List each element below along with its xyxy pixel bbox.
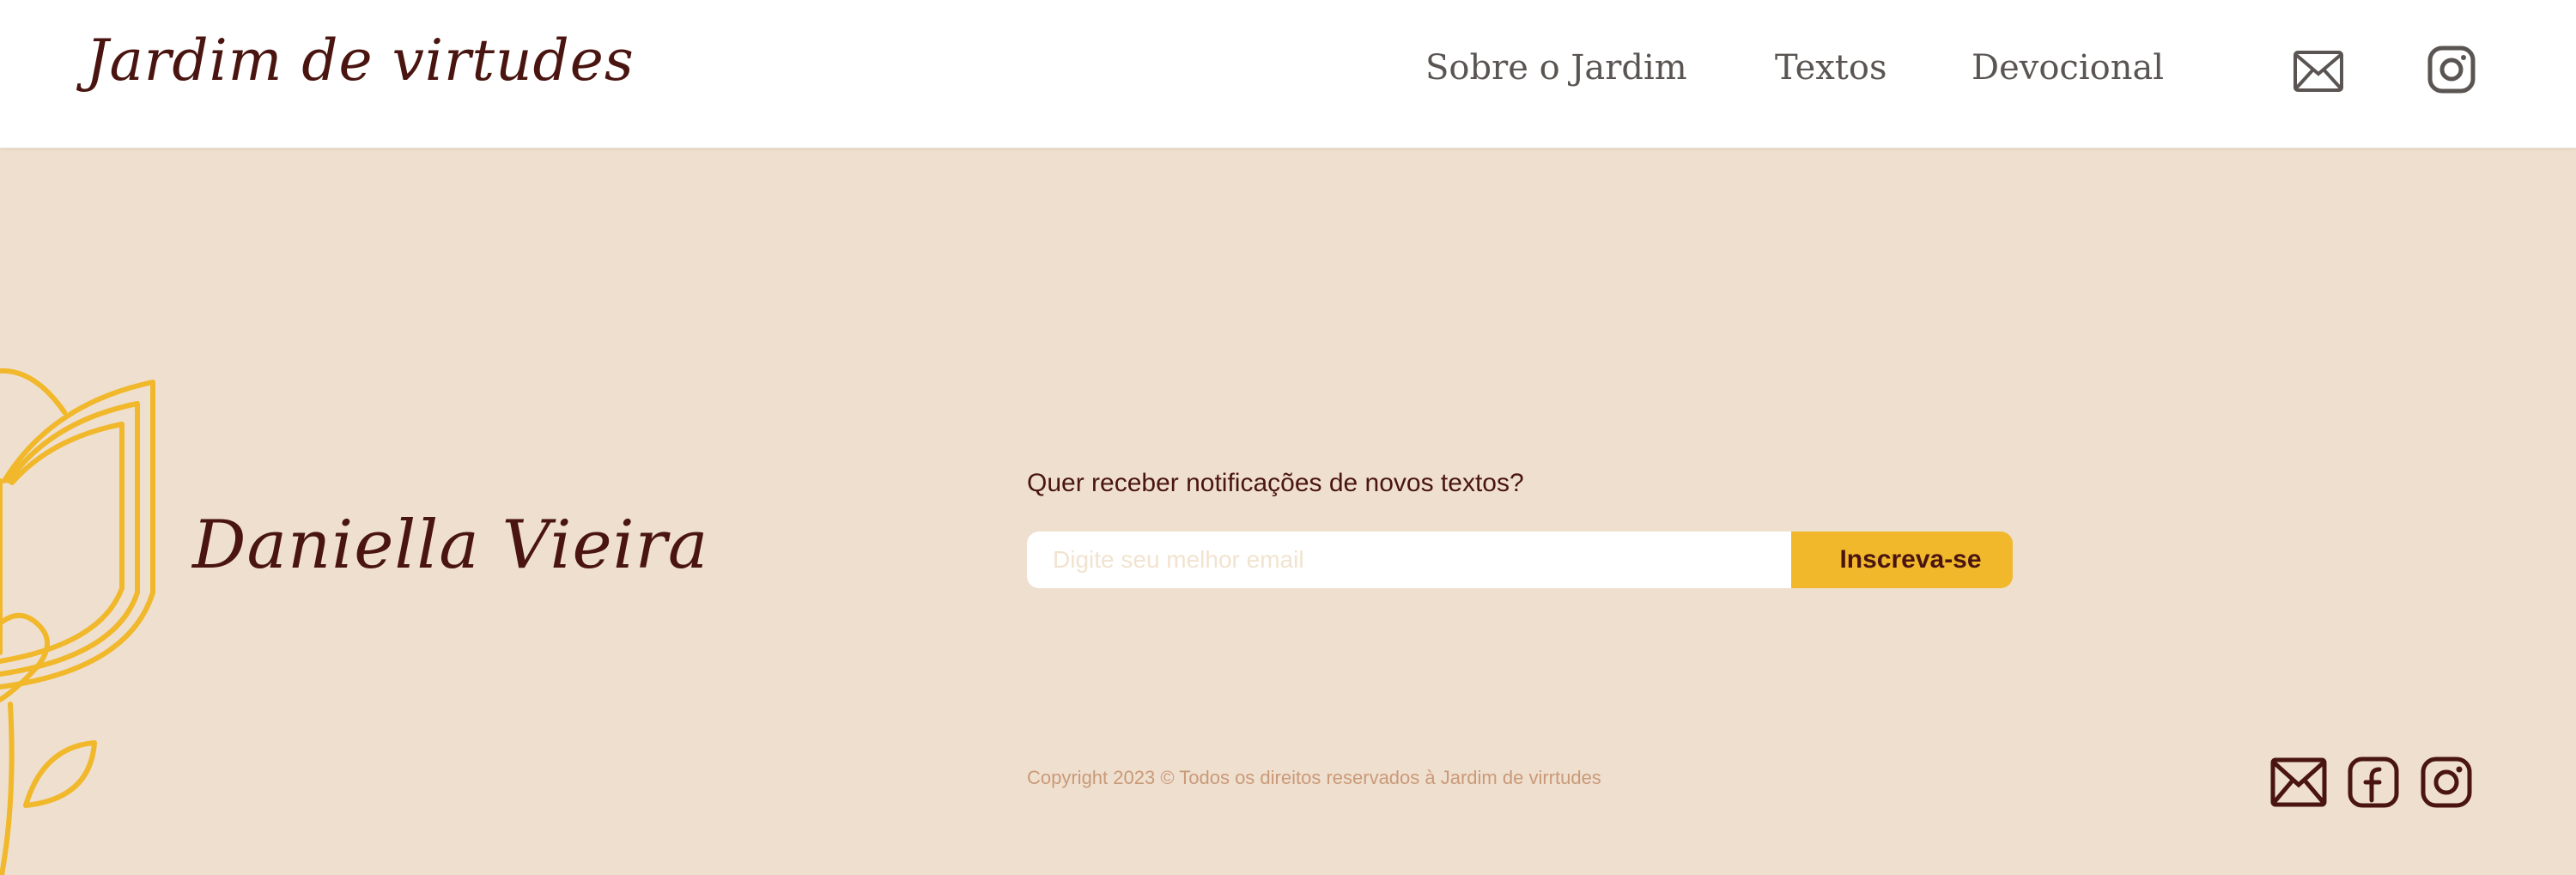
instagram-icon[interactable] [2427, 45, 2476, 99]
facebook-icon[interactable] [2347, 756, 2400, 813]
email-field[interactable] [1027, 532, 1808, 588]
site-header: Jardim de virtudes Sobre o Jardim Textos… [0, 0, 2576, 148]
site-logo[interactable]: Jardim de virtudes [86, 27, 635, 94]
nav-link-textos[interactable]: Textos [1775, 48, 1887, 88]
subscribe-form: Inscreva-se [1027, 532, 2013, 588]
author-signature: Daniella Vieira [192, 507, 709, 584]
copyright-text: Copyright 2023 © Todos os direitos reser… [1027, 767, 1601, 788]
instagram-icon[interactable] [2420, 756, 2473, 813]
mail-icon[interactable] [2293, 50, 2344, 97]
nav-link-sobre[interactable]: Sobre o Jardim [1425, 48, 1687, 88]
mail-icon[interactable] [2270, 757, 2327, 811]
subscribe-button[interactable]: Inscreva-se [1791, 532, 2013, 588]
newsletter-question: Quer receber notificações de novos texto… [1027, 469, 1524, 497]
nav-link-devocional[interactable]: Devocional [1971, 48, 2164, 88]
flower-book-illustration [0, 352, 163, 875]
